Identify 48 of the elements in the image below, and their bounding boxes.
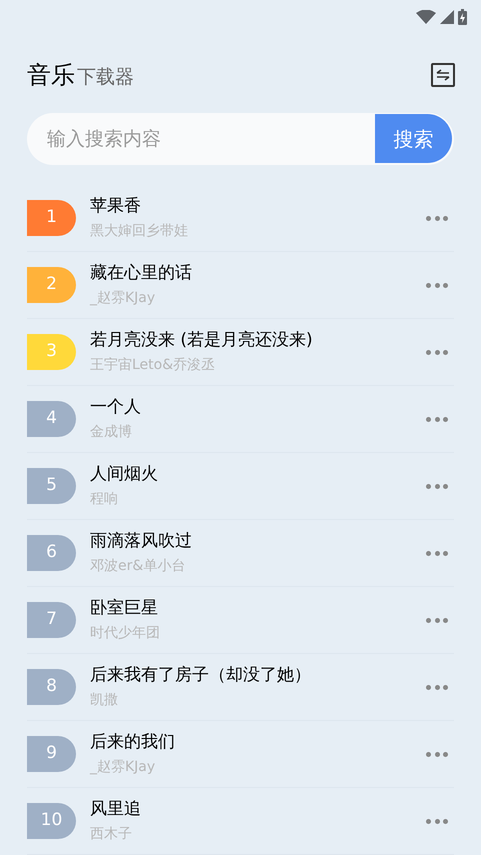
rank-badge: 5 bbox=[27, 468, 76, 504]
rank-badge: 4 bbox=[27, 401, 76, 437]
search-button[interactable]: 搜索 bbox=[375, 114, 452, 164]
more-icon[interactable] bbox=[426, 483, 448, 489]
app-subtitle: 下载器 bbox=[77, 68, 134, 88]
artist-name: 凯撒 bbox=[90, 692, 119, 710]
more-icon[interactable] bbox=[426, 751, 448, 757]
rank-badge: 2 bbox=[27, 267, 76, 303]
artist-name: 王宇宙Leto&乔浚丞 bbox=[90, 356, 216, 374]
more-icon[interactable] bbox=[426, 684, 448, 690]
artist-name: _赵雰KJay bbox=[90, 758, 156, 776]
artist-name: 黑大婶回乡带娃 bbox=[90, 222, 189, 240]
artist-name: 程响 bbox=[90, 490, 119, 508]
rank-badge: 6 bbox=[27, 535, 76, 571]
song-title: 卧室巨星 bbox=[90, 598, 159, 619]
more-icon[interactable] bbox=[426, 550, 448, 556]
artist-name: 金成博 bbox=[90, 424, 133, 442]
song-title: 后来我有了房子（却没了她） bbox=[90, 664, 312, 686]
song-title: 后来的我们 bbox=[90, 732, 176, 753]
song-title: 风里追 bbox=[90, 798, 142, 820]
song-title: 一个人 bbox=[90, 396, 142, 418]
song-title: 藏在心里的话 bbox=[90, 262, 193, 284]
more-icon[interactable] bbox=[426, 215, 448, 221]
signal-icon bbox=[440, 10, 454, 24]
battery-icon bbox=[458, 8, 467, 25]
rank-badge: 8 bbox=[27, 669, 76, 705]
search-field[interactable]: 输入搜索内容 搜索 bbox=[27, 112, 454, 165]
wifi-icon bbox=[416, 10, 436, 24]
song-title: 雨滴落风吹过 bbox=[90, 530, 193, 552]
switch-icon[interactable] bbox=[431, 63, 455, 88]
song-title: 若月亮没来 (若是月亮还没来) bbox=[90, 330, 314, 351]
rank-badge: 1 bbox=[27, 200, 76, 236]
song-title: 苹果香 bbox=[90, 196, 142, 217]
more-icon[interactable] bbox=[426, 349, 448, 355]
rank-badge: 10 bbox=[27, 803, 76, 839]
song-title: 人间烟火 bbox=[90, 464, 159, 485]
artist-name: 邓波er&单小台 bbox=[90, 558, 186, 576]
more-icon[interactable] bbox=[426, 282, 448, 288]
more-icon[interactable] bbox=[426, 617, 448, 623]
rank-badge: 9 bbox=[27, 736, 76, 772]
rank-badge: 3 bbox=[27, 334, 76, 370]
more-icon[interactable] bbox=[426, 818, 448, 824]
more-icon[interactable] bbox=[426, 416, 448, 422]
app-title: 音乐 bbox=[27, 63, 75, 88]
artist-name: 时代少年团 bbox=[90, 624, 161, 642]
rank-badge: 7 bbox=[27, 602, 76, 638]
artist-name: 西木子 bbox=[90, 826, 133, 844]
artist-name: _赵雰KJay bbox=[90, 290, 156, 308]
